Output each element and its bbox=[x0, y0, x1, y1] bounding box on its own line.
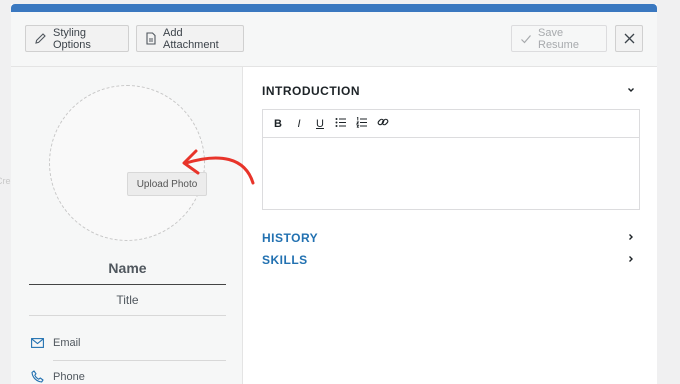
skills-title: SKILLS bbox=[262, 253, 308, 267]
email-underline bbox=[53, 360, 226, 361]
phone-icon bbox=[31, 370, 47, 383]
italic-button[interactable]: I bbox=[293, 118, 305, 130]
introduction-title: INTRODUCTION bbox=[262, 84, 360, 98]
history-section-header[interactable]: HISTORY bbox=[262, 229, 636, 247]
styling-options-button[interactable]: Styling Options bbox=[25, 25, 129, 52]
email-icon bbox=[31, 338, 47, 348]
resume-editor-modal: Styling Options Add Attachment Save Resu… bbox=[11, 4, 657, 384]
save-resume-label: Save Resume bbox=[538, 26, 579, 51]
document-icon bbox=[145, 32, 157, 45]
underline-button[interactable]: U bbox=[314, 118, 326, 130]
add-attachment-button[interactable]: Add Attachment bbox=[136, 25, 244, 52]
close-button[interactable] bbox=[615, 25, 643, 52]
email-label: Email bbox=[53, 337, 81, 349]
profile-sidebar: Upload Photo Name Title Email Phone bbox=[11, 67, 255, 384]
add-attachment-label: Add Attachment bbox=[163, 26, 219, 51]
chevron-right-icon bbox=[626, 251, 636, 269]
editor-toolbar: B I U bbox=[263, 110, 639, 138]
introduction-editor[interactable]: B I U bbox=[262, 109, 640, 210]
history-title: HISTORY bbox=[262, 231, 319, 245]
phone-label: Phone bbox=[53, 370, 85, 383]
background-text: Cre bbox=[0, 176, 11, 186]
numbered-list-icon[interactable] bbox=[355, 116, 368, 131]
modal-top-bar bbox=[11, 4, 657, 12]
skills-section-header[interactable]: SKILLS bbox=[262, 251, 636, 269]
title-field[interactable]: Title bbox=[29, 293, 226, 316]
save-resume-button[interactable]: Save Resume bbox=[511, 25, 607, 52]
email-row[interactable]: Email bbox=[31, 337, 81, 349]
phone-row[interactable]: Phone bbox=[31, 370, 85, 383]
bold-button[interactable]: B bbox=[272, 118, 284, 130]
close-icon bbox=[624, 33, 635, 44]
chevron-right-icon bbox=[626, 229, 636, 247]
name-field[interactable]: Name bbox=[29, 260, 226, 285]
toolbar: Styling Options Add Attachment Save Resu… bbox=[11, 12, 657, 67]
link-icon[interactable] bbox=[377, 116, 389, 131]
bullet-list-icon[interactable] bbox=[335, 117, 347, 131]
introduction-section-header[interactable]: INTRODUCTION bbox=[262, 82, 636, 100]
pencil-icon bbox=[34, 32, 47, 45]
checkmark-icon bbox=[520, 33, 532, 45]
chevron-down-icon bbox=[626, 82, 636, 100]
styling-options-label: Styling Options bbox=[53, 26, 91, 51]
annotation-arrow bbox=[177, 139, 257, 194]
